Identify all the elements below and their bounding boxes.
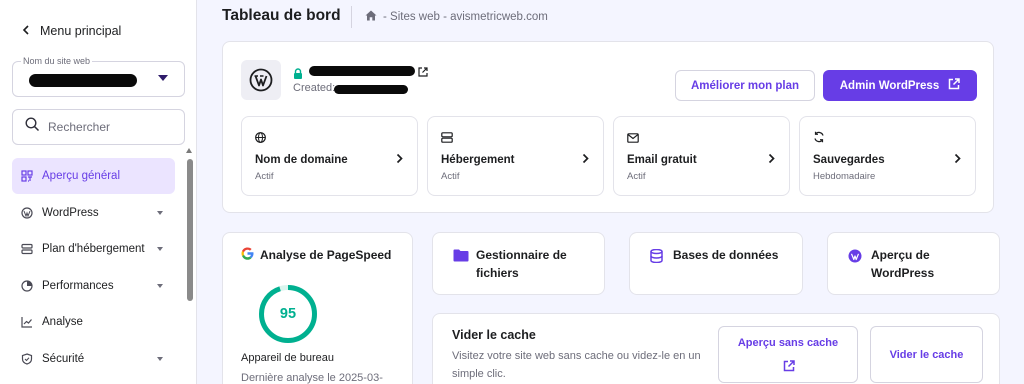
- chevron-right-icon: [396, 151, 403, 169]
- folder-icon: [453, 249, 469, 267]
- chevron-left-icon: [22, 24, 30, 38]
- cache-description: Visitez votre site web sans cache ou vid…: [452, 350, 701, 380]
- gauge-icon: [21, 279, 33, 292]
- tile-status: Actif: [255, 171, 274, 182]
- wordpress-logo: [241, 60, 281, 100]
- pagespeed-title-label: Analyse de PageSpeed: [260, 248, 392, 262]
- back-to-main-menu[interactable]: Menu principal: [22, 24, 121, 38]
- redacted-domain-name: [309, 66, 415, 76]
- search-input[interactable]: Rechercher: [12, 109, 185, 145]
- grid-icon: [21, 170, 33, 182]
- pagespeed-card[interactable]: Analyse de PageSpeed 95 Appareil de bure…: [222, 232, 413, 384]
- chevron-down-icon: [157, 247, 163, 251]
- search-icon: [25, 117, 40, 137]
- sync-icon: [813, 130, 825, 148]
- sidebar-item-label: Performances: [42, 279, 114, 292]
- database-icon: [650, 248, 663, 268]
- tile-status: Actif: [627, 171, 646, 182]
- sidebar-item-wordpress[interactable]: WordPress: [12, 195, 175, 231]
- site-selector-label: Nom du site web: [21, 56, 93, 66]
- redacted-created-date: [334, 85, 408, 94]
- clear-cache-button[interactable]: Vider le cache: [870, 326, 983, 383]
- wordpress-admin-button[interactable]: Admin WordPress: [823, 70, 977, 101]
- sidebar-item-securite[interactable]: Sécurité: [12, 341, 175, 377]
- mail-icon: [627, 130, 639, 148]
- tile-status: Actif: [441, 171, 460, 182]
- file-manager-card[interactable]: Gestionnaire de fichiers: [432, 232, 605, 295]
- sidebar-item-label: WordPress: [42, 206, 99, 219]
- tile-title: Email gratuit: [627, 154, 697, 166]
- wordpress-overview-card[interactable]: Aperçu de WordPress: [827, 232, 1000, 295]
- wordpress-icon: [848, 249, 862, 268]
- created-label: Created:: [293, 82, 336, 94]
- wordpress-overview-label: Aperçu de WordPress: [871, 248, 935, 280]
- sidebar-item-label: Aperçu général: [42, 170, 120, 182]
- redacted-site-name: [29, 74, 137, 87]
- upgrade-plan-button[interactable]: Améliorer mon plan: [675, 70, 815, 101]
- wordpress-admin-label: Admin WordPress: [839, 79, 940, 92]
- globe-icon: [255, 130, 266, 148]
- tile-title: Sauvegardes: [813, 154, 885, 166]
- sidebar-scrollbar[interactable]: [186, 148, 194, 384]
- chart-line-icon: [21, 316, 33, 328]
- shield-icon: [21, 352, 33, 365]
- preview-without-cache-label: Aperçu sans cache: [737, 337, 839, 349]
- tile-status: Hebdomadaire: [813, 171, 876, 182]
- sidebar-item-analyse[interactable]: Analyse: [12, 304, 175, 340]
- page-title: Tableau de bord: [222, 7, 341, 24]
- external-link-icon[interactable]: [418, 64, 428, 82]
- scroll-up-arrow-icon[interactable]: [186, 148, 192, 153]
- tile-domain[interactable]: Nom de domaine Actif: [241, 116, 418, 196]
- file-manager-label: Gestionnaire de fichiers: [476, 248, 567, 280]
- google-icon: [241, 247, 254, 263]
- cache-title: Vider le cache: [452, 328, 536, 342]
- chevron-right-icon: [582, 151, 589, 169]
- databases-label: Bases de données: [673, 248, 779, 262]
- sidebar-item-performances[interactable]: Performances: [12, 268, 175, 304]
- preview-without-cache-button[interactable]: Aperçu sans cache: [718, 326, 858, 383]
- tile-free-email[interactable]: Email gratuit Actif: [613, 116, 790, 196]
- tile-title: Nom de domaine: [255, 154, 348, 166]
- server-icon: [21, 243, 33, 255]
- pagespeed-last-analysis: Dernière analyse le 2025-03-: [241, 372, 383, 384]
- breadcrumb: - Sites web - avismetricweb.com: [365, 10, 548, 24]
- wordpress-icon: [21, 206, 33, 219]
- header-divider: [351, 6, 352, 28]
- sidebar-item-label: Analyse: [42, 316, 83, 328]
- wordpress-icon: [249, 68, 273, 92]
- chevron-down-icon: [157, 283, 163, 288]
- sidebar-item-label: Plan d'hébergement: [42, 243, 145, 255]
- tile-backups[interactable]: Sauvegardes Hebdomadaire: [799, 116, 976, 196]
- sidebar-nav: Aperçu général WordPress Plan d'hébergem…: [12, 158, 175, 377]
- tile-hosting[interactable]: Hébergement Actif: [427, 116, 604, 196]
- sidebar: Menu principal Nom du site web Recherche…: [0, 0, 197, 384]
- back-label: Menu principal: [40, 24, 122, 38]
- sidebar-item-apercu-general[interactable]: Aperçu général: [12, 158, 175, 194]
- scrollbar-thumb[interactable]: [187, 159, 193, 301]
- server-icon: [441, 130, 453, 148]
- site-overview-card: Created: Améliorer mon plan Admin WordPr…: [222, 41, 994, 213]
- tile-title: Hébergement: [441, 154, 515, 166]
- pagespeed-device: Appareil de bureau: [241, 352, 334, 364]
- sidebar-item-label: Sécurité: [42, 352, 85, 365]
- sidebar-item-plan-hebergement[interactable]: Plan d'hébergement: [12, 231, 175, 267]
- site-selector[interactable]: Nom du site web: [12, 56, 185, 97]
- external-link-icon: [783, 360, 795, 375]
- breadcrumb-text[interactable]: - Sites web - avismetricweb.com: [383, 11, 548, 23]
- pagespeed-title: Analyse de PageSpeed: [241, 247, 391, 263]
- home-icon[interactable]: [365, 10, 377, 24]
- caret-down-icon: [158, 75, 168, 81]
- chevron-down-icon: [157, 356, 163, 361]
- external-link-icon: [948, 78, 960, 93]
- pagespeed-score: 95: [279, 306, 297, 322]
- clear-cache-card: Vider le cache Visitez votre site web sa…: [432, 313, 1000, 384]
- chevron-right-icon: [768, 151, 775, 169]
- search-placeholder: Rechercher: [48, 120, 111, 134]
- chevron-right-icon: [954, 151, 961, 169]
- chevron-down-icon: [157, 210, 163, 215]
- databases-card[interactable]: Bases de données: [629, 232, 803, 295]
